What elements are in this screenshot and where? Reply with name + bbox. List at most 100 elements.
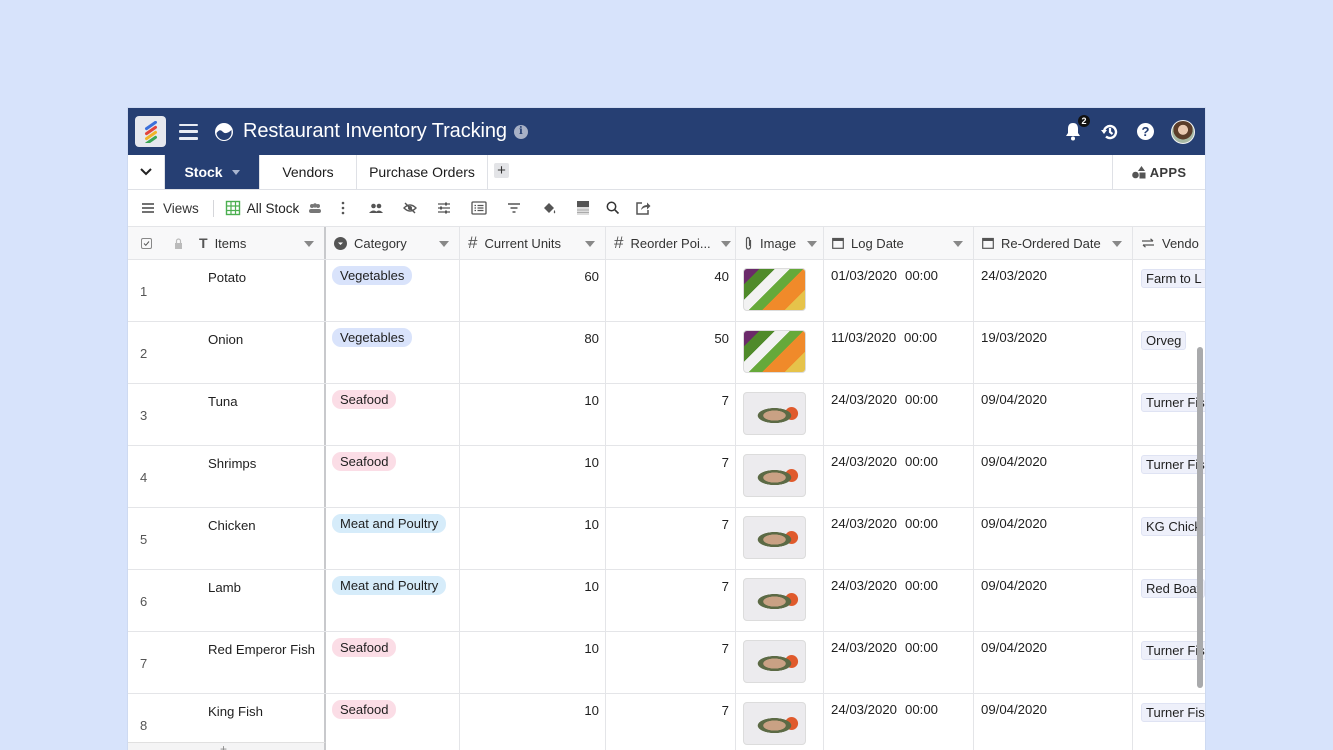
column-menu-icon[interactable]: [721, 241, 731, 247]
apps-button[interactable]: APPS: [1112, 155, 1205, 189]
item-name[interactable]: Shrimps: [208, 456, 256, 471]
row-header[interactable]: 1 Potato: [128, 260, 326, 321]
history-icon[interactable]: [1100, 122, 1120, 142]
tab-vendors[interactable]: Vendors: [260, 155, 357, 189]
column-header-current-units[interactable]: # Current Units: [460, 227, 606, 259]
column-header-log-date[interactable]: Log Date: [824, 227, 974, 259]
vertical-scrollbar[interactable]: [1197, 347, 1203, 688]
log-date-cell[interactable]: 01/03/2020 00:00: [824, 260, 974, 321]
reordered-date-cell[interactable]: 09/04/2020: [974, 632, 1133, 693]
column-menu-icon[interactable]: [585, 241, 595, 247]
export-icon[interactable]: [635, 200, 651, 216]
share-people-icon[interactable]: [368, 200, 384, 216]
vendor-link[interactable]: Turner Fis: [1141, 641, 1205, 660]
reordered-date-cell[interactable]: 09/04/2020: [974, 446, 1133, 507]
row-header[interactable]: 4 Shrimps: [128, 446, 326, 507]
column-header-category[interactable]: Category: [326, 227, 460, 259]
vendor-cell[interactable]: KG Chick: [1133, 508, 1205, 569]
info-icon[interactable]: i: [513, 124, 528, 139]
log-date-cell[interactable]: 24/03/2020 00:00: [824, 446, 974, 507]
row-height-icon[interactable]: [575, 200, 591, 216]
item-name[interactable]: Tuna: [208, 394, 238, 409]
tab-purchase-orders[interactable]: Purchase Orders: [357, 155, 488, 189]
log-date-cell[interactable]: 24/03/2020 00:00: [824, 508, 974, 569]
row-header[interactable]: 2 Onion: [128, 322, 326, 383]
column-menu-icon[interactable]: [1112, 241, 1122, 247]
add-row-bar[interactable]: +: [128, 742, 326, 750]
column-header-vendor[interactable]: Vendo: [1133, 227, 1205, 259]
fill-color-icon[interactable]: [541, 200, 557, 216]
filter-icon[interactable]: [506, 200, 522, 216]
image-cell[interactable]: [736, 322, 824, 383]
current-units-cell[interactable]: 10: [460, 384, 606, 445]
reorder-point-cell[interactable]: 7: [606, 446, 736, 507]
item-name[interactable]: Potato: [208, 270, 246, 285]
column-header-reorder-point[interactable]: # Reorder Poi...: [606, 227, 736, 259]
column-header-image[interactable]: Image: [736, 227, 824, 259]
vendor-cell[interactable]: Turner Fis: [1133, 384, 1205, 445]
row-header[interactable]: 5 Chicken: [128, 508, 326, 569]
add-tab-button[interactable]: +: [494, 163, 509, 178]
reordered-date-cell[interactable]: 09/04/2020: [974, 384, 1133, 445]
vendor-link[interactable]: Orveg: [1141, 331, 1187, 350]
column-menu-icon[interactable]: [953, 241, 963, 247]
logo-icon[interactable]: [135, 116, 166, 147]
category-cell[interactable]: Vegetables: [326, 260, 460, 321]
item-name[interactable]: Onion: [208, 332, 243, 347]
image-cell[interactable]: [736, 694, 824, 750]
image-cell[interactable]: [736, 508, 824, 569]
log-date-cell[interactable]: 11/03/2020 00:00: [824, 322, 974, 383]
vendor-link[interactable]: Farm to L: [1141, 269, 1205, 288]
reordered-date-cell[interactable]: 24/03/2020: [974, 260, 1133, 321]
vendor-link[interactable]: Turner Fis: [1141, 455, 1205, 474]
menu-icon[interactable]: [179, 123, 198, 140]
collapse-button[interactable]: [128, 155, 165, 189]
category-cell[interactable]: Meat and Poultry: [326, 508, 460, 569]
vegetables-thumbnail[interactable]: [743, 330, 806, 373]
avatar[interactable]: [1171, 119, 1195, 144]
log-date-cell[interactable]: 24/03/2020 00:00: [824, 570, 974, 631]
tab-stock[interactable]: Stock: [165, 155, 260, 189]
reordered-date-cell[interactable]: 09/04/2020: [974, 508, 1133, 569]
table-row[interactable]: 1 Potato Vegetables 60 40 01/03/2020 00:0…: [128, 260, 1205, 322]
search-icon[interactable]: [605, 200, 621, 216]
table-row[interactable]: 7 Red Emperor Fish Seafood 10 7 24/03/20…: [128, 632, 1205, 694]
table-row[interactable]: 5 Chicken Meat and Poultry 10 7 24/03/20…: [128, 508, 1205, 570]
table-row[interactable]: 2 Onion Vegetables 80 50 11/03/2020 00:00…: [128, 322, 1205, 384]
add-row-icon[interactable]: +: [220, 743, 227, 750]
adjust-icon[interactable]: [436, 200, 452, 216]
category-cell[interactable]: Seafood: [326, 384, 460, 445]
reorder-point-cell[interactable]: 7: [606, 570, 736, 631]
table-row[interactable]: 4 Shrimps Seafood 10 7 24/03/2020 00:00 0…: [128, 446, 1205, 508]
vendor-cell[interactable]: Farm to L: [1133, 260, 1205, 321]
reorder-point-cell[interactable]: 7: [606, 508, 736, 569]
category-cell[interactable]: Seafood: [326, 632, 460, 693]
log-date-cell[interactable]: 24/03/2020 00:00: [824, 694, 974, 750]
item-name[interactable]: Lamb: [208, 580, 241, 595]
item-name[interactable]: Chicken: [208, 518, 256, 533]
reordered-date-cell[interactable]: 09/04/2020: [974, 570, 1133, 631]
table-row[interactable]: 6 Lamb Meat and Poultry 10 7 24/03/2020 0…: [128, 570, 1205, 632]
vendor-cell[interactable]: Turner Fis: [1133, 632, 1205, 693]
help-icon[interactable]: ?: [1137, 123, 1154, 140]
record-summary-icon[interactable]: [471, 200, 487, 216]
select-all-checkbox[interactable]: [141, 237, 152, 249]
vendor-link[interactable]: Turner Fis: [1141, 703, 1205, 722]
current-units-cell[interactable]: 80: [460, 322, 606, 383]
vendor-cell[interactable]: Red Boat: [1133, 570, 1205, 631]
reorder-point-cell[interactable]: 7: [606, 384, 736, 445]
image-cell[interactable]: [736, 632, 824, 693]
image-cell[interactable]: [736, 446, 824, 507]
reordered-date-cell[interactable]: 09/04/2020: [974, 694, 1133, 750]
hide-fields-icon[interactable]: [402, 200, 418, 216]
column-menu-icon[interactable]: [304, 241, 314, 247]
log-date-cell[interactable]: 24/03/2020 00:00: [824, 384, 974, 445]
vegetables-thumbnail[interactable]: [743, 268, 806, 311]
log-date-cell[interactable]: 24/03/2020 00:00: [824, 632, 974, 693]
current-units-cell[interactable]: 10: [460, 446, 606, 507]
view-selector[interactable]: All Stock: [225, 200, 324, 216]
current-units-cell[interactable]: 60: [460, 260, 606, 321]
notifications-button[interactable]: 2: [1064, 114, 1090, 142]
vendor-link[interactable]: Red Boat: [1141, 579, 1205, 598]
current-units-cell[interactable]: 10: [460, 694, 606, 750]
